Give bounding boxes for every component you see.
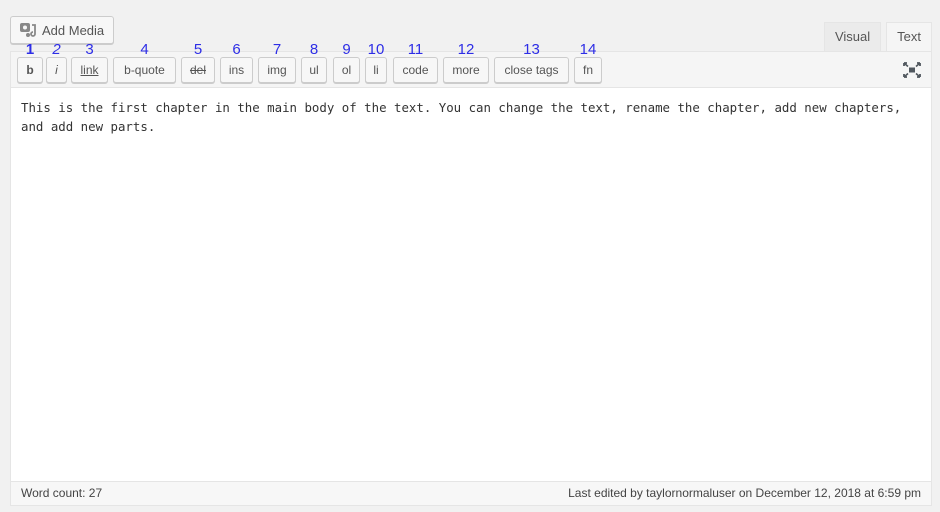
blockquote-button[interactable]: 4 b-quote (113, 42, 176, 83)
button-label: link (80, 63, 99, 77)
ul-button[interactable]: 8 ul (301, 42, 327, 83)
close-tags-button[interactable]: 13 close tags (494, 42, 569, 83)
button-label: del (189, 63, 206, 77)
button-label: more (452, 63, 480, 77)
last-edited: Last edited by taylornormaluser on Decem… (568, 486, 921, 500)
button-label: ol (341, 63, 352, 77)
annotation-number: 12 (457, 41, 475, 58)
word-count: Word count: 27 (21, 486, 103, 500)
annotation-number: 3 (85, 41, 94, 58)
del-button[interactable]: 5 del (181, 42, 215, 83)
button-label: b (26, 63, 34, 77)
annotation-number: 14 (579, 41, 597, 58)
add-media-label: Add Media (42, 22, 105, 38)
add-media-button[interactable]: Add Media (10, 16, 114, 44)
annotation-number: 2 (52, 41, 61, 58)
button-label: img (267, 63, 287, 77)
media-icon (20, 23, 36, 37)
fn-button[interactable]: 14 fn (574, 42, 602, 83)
annotation-number: 6 (232, 41, 241, 58)
tab-text[interactable]: Text (886, 22, 932, 51)
editor-tabs: Visual Text (819, 22, 932, 51)
annotation-number: 10 (367, 41, 385, 58)
button-label: code (402, 63, 429, 77)
ins-button[interactable]: 6 ins (220, 42, 253, 83)
button-label: fn (582, 63, 593, 77)
button-label: b-quote (124, 63, 165, 77)
annotation-number: 9 (342, 41, 351, 58)
button-label: i (55, 63, 58, 77)
tab-visual[interactable]: Visual (823, 22, 882, 51)
ol-button[interactable]: 9 ol (333, 42, 360, 83)
button-label: ins (228, 63, 245, 77)
img-button[interactable]: 7 img (258, 42, 296, 83)
button-label: li (373, 63, 379, 77)
bold-button[interactable]: 1b (17, 42, 43, 83)
button-label: ul (309, 63, 319, 77)
more-button[interactable]: 12 more (443, 42, 489, 83)
annotation-number: 13 (523, 41, 540, 58)
text-editor: 1b 2i 3 link 4 b-quote 5 del 6 ins 7 img 8 ul … (10, 42, 932, 506)
button-label: close tags (504, 63, 559, 77)
fullscreen-icon[interactable] (903, 62, 921, 78)
annotation-number: 4 (140, 41, 149, 58)
annotation-number: 8 (309, 41, 319, 58)
code-button[interactable]: 11 code (393, 42, 438, 83)
quicktags-toolbar: 1b 2i 3 link 4 b-quote 5 del 6 ins 7 img 8 ul … (11, 42, 931, 88)
annotation-number: 7 (272, 41, 282, 58)
editor-textarea[interactable]: This is the first chapter in the main bo… (11, 88, 931, 482)
annotation-number: 1 (25, 41, 35, 58)
annotation-number: 5 (193, 41, 203, 58)
li-button[interactable]: 10 li (365, 42, 387, 83)
annotation-number: 11 (407, 41, 424, 58)
status-bar: Word count: 27 Last edited by taylornorm… (11, 481, 931, 505)
italic-button[interactable]: 2i (46, 42, 67, 83)
link-button[interactable]: 3 link (71, 42, 108, 83)
